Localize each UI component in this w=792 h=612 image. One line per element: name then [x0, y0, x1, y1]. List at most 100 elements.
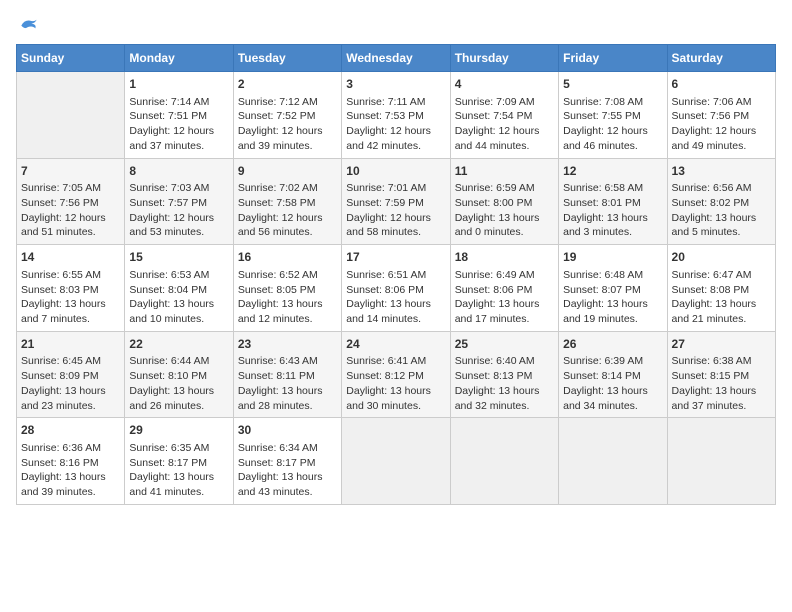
day-number: 6	[672, 76, 771, 93]
day-info: Sunrise: 7:08 AMSunset: 7:55 PMDaylight:…	[563, 95, 662, 154]
day-info: Sunrise: 7:05 AMSunset: 7:56 PMDaylight:…	[21, 181, 120, 240]
day-info: Sunrise: 7:11 AMSunset: 7:53 PMDaylight:…	[346, 95, 445, 154]
day-number: 22	[129, 336, 228, 353]
day-info: Sunrise: 6:55 AMSunset: 8:03 PMDaylight:…	[21, 268, 120, 327]
calendar-cell: 8Sunrise: 7:03 AMSunset: 7:57 PMDaylight…	[125, 158, 233, 245]
calendar-cell: 20 Sunrise: 6:47 AMSunset: 8:08 PMDayligh…	[667, 245, 775, 332]
day-header-wednesday: Wednesday	[342, 45, 450, 72]
calendar-table: SundayMondayTuesdayWednesdayThursdayFrid…	[16, 44, 776, 505]
calendar-cell	[450, 418, 558, 505]
calendar-cell: 15Sunrise: 6:53 AMSunset: 8:04 PMDayligh…	[125, 245, 233, 332]
day-number: 28	[21, 422, 120, 439]
calendar-week-row: 1 Sunrise: 7:14 AMSunset: 7:51 PMDaylight…	[17, 72, 776, 159]
day-info: Sunrise: 6:34 AMSunset: 8:17 PMDaylight:…	[238, 441, 337, 500]
calendar-cell: 21Sunrise: 6:45 AMSunset: 8:09 PMDayligh…	[17, 331, 125, 418]
calendar-header-row: SundayMondayTuesdayWednesdayThursdayFrid…	[17, 45, 776, 72]
day-info: Sunrise: 6:51 AMSunset: 8:06 PMDaylight:…	[346, 268, 445, 327]
calendar-cell: 2 Sunrise: 7:12 AMSunset: 7:52 PMDaylight…	[233, 72, 341, 159]
calendar-cell: 12Sunrise: 6:58 AMSunset: 8:01 PMDayligh…	[559, 158, 667, 245]
day-header-thursday: Thursday	[450, 45, 558, 72]
calendar-cell: 27Sunrise: 6:38 AMSunset: 8:15 PMDayligh…	[667, 331, 775, 418]
day-info: Sunrise: 6:35 AMSunset: 8:17 PMDaylight:…	[129, 441, 228, 500]
day-info: Sunrise: 6:48 AMSunset: 8:07 PMDaylight:…	[563, 268, 662, 327]
day-info: Sunrise: 6:40 AMSunset: 8:13 PMDaylight:…	[455, 354, 554, 413]
day-info: Sunrise: 7:01 AMSunset: 7:59 PMDaylight:…	[346, 181, 445, 240]
day-number: 3	[346, 76, 445, 93]
day-number: 10	[346, 163, 445, 180]
day-number: 14	[21, 249, 120, 266]
calendar-cell: 17 Sunrise: 6:51 AMSunset: 8:06 PMDayligh…	[342, 245, 450, 332]
day-info: Sunrise: 6:59 AMSunset: 8:00 PMDaylight:…	[455, 181, 554, 240]
day-info: Sunrise: 6:43 AMSunset: 8:11 PMDaylight:…	[238, 354, 337, 413]
day-info: Sunrise: 6:38 AMSunset: 8:15 PMDaylight:…	[672, 354, 771, 413]
calendar-cell: 10Sunrise: 7:01 AMSunset: 7:59 PMDayligh…	[342, 158, 450, 245]
day-number: 19	[563, 249, 662, 266]
day-info: Sunrise: 6:47 AMSunset: 8:08 PMDaylight:…	[672, 268, 771, 327]
calendar-cell: 23Sunrise: 6:43 AMSunset: 8:11 PMDayligh…	[233, 331, 341, 418]
calendar-cell: 19 Sunrise: 6:48 AMSunset: 8:07 PMDayligh…	[559, 245, 667, 332]
day-number: 18	[455, 249, 554, 266]
day-number: 26	[563, 336, 662, 353]
calendar-cell	[667, 418, 775, 505]
calendar-cell: 13Sunrise: 6:56 AMSunset: 8:02 PMDayligh…	[667, 158, 775, 245]
day-number: 7	[21, 163, 120, 180]
calendar-cell: 28 Sunrise: 6:36 AMSunset: 8:16 PMDayligh…	[17, 418, 125, 505]
calendar-body: 1 Sunrise: 7:14 AMSunset: 7:51 PMDaylight…	[17, 72, 776, 505]
day-info: Sunrise: 7:14 AMSunset: 7:51 PMDaylight:…	[129, 95, 228, 154]
day-info: Sunrise: 6:56 AMSunset: 8:02 PMDaylight:…	[672, 181, 771, 240]
calendar-cell	[342, 418, 450, 505]
day-number: 23	[238, 336, 337, 353]
calendar-cell: 22Sunrise: 6:44 AMSunset: 8:10 PMDayligh…	[125, 331, 233, 418]
day-header-saturday: Saturday	[667, 45, 775, 72]
day-info: Sunrise: 6:53 AMSunset: 8:04 PMDaylight:…	[129, 268, 228, 327]
logo-bird-icon	[18, 16, 38, 36]
calendar-week-row: 14 Sunrise: 6:55 AMSunset: 8:03 PMDayligh…	[17, 245, 776, 332]
calendar-cell: 16 Sunrise: 6:52 AMSunset: 8:05 PMDayligh…	[233, 245, 341, 332]
page-header	[16, 16, 776, 36]
day-info: Sunrise: 6:39 AMSunset: 8:14 PMDaylight:…	[563, 354, 662, 413]
day-header-tuesday: Tuesday	[233, 45, 341, 72]
day-header-sunday: Sunday	[17, 45, 125, 72]
calendar-cell: 25Sunrise: 6:40 AMSunset: 8:13 PMDayligh…	[450, 331, 558, 418]
day-number: 29	[129, 422, 228, 439]
day-info: Sunrise: 6:36 AMSunset: 8:16 PMDaylight:…	[21, 441, 120, 500]
day-number: 24	[346, 336, 445, 353]
calendar-cell: 18 Sunrise: 6:49 AMSunset: 8:06 PMDayligh…	[450, 245, 558, 332]
calendar-cell: 7Sunrise: 7:05 AMSunset: 7:56 PMDaylight…	[17, 158, 125, 245]
day-number: 17	[346, 249, 445, 266]
day-info: Sunrise: 7:02 AMSunset: 7:58 PMDaylight:…	[238, 181, 337, 240]
day-info: Sunrise: 6:52 AMSunset: 8:05 PMDaylight:…	[238, 268, 337, 327]
day-info: Sunrise: 7:03 AMSunset: 7:57 PMDaylight:…	[129, 181, 228, 240]
calendar-cell	[17, 72, 125, 159]
day-info: Sunrise: 6:45 AMSunset: 8:09 PMDaylight:…	[21, 354, 120, 413]
day-number: 12	[563, 163, 662, 180]
calendar-cell: 1 Sunrise: 7:14 AMSunset: 7:51 PMDaylight…	[125, 72, 233, 159]
day-info: Sunrise: 6:58 AMSunset: 8:01 PMDaylight:…	[563, 181, 662, 240]
calendar-cell: 9Sunrise: 7:02 AMSunset: 7:58 PMDaylight…	[233, 158, 341, 245]
day-number: 21	[21, 336, 120, 353]
day-info: Sunrise: 7:12 AMSunset: 7:52 PMDaylight:…	[238, 95, 337, 154]
day-number: 2	[238, 76, 337, 93]
calendar-cell: 29 Sunrise: 6:35 AMSunset: 8:17 PMDayligh…	[125, 418, 233, 505]
day-header-monday: Monday	[125, 45, 233, 72]
day-header-friday: Friday	[559, 45, 667, 72]
calendar-cell: 3 Sunrise: 7:11 AMSunset: 7:53 PMDaylight…	[342, 72, 450, 159]
day-info: Sunrise: 6:41 AMSunset: 8:12 PMDaylight:…	[346, 354, 445, 413]
day-number: 16	[238, 249, 337, 266]
day-number: 8	[129, 163, 228, 180]
day-number: 1	[129, 76, 228, 93]
calendar-cell: 6 Sunrise: 7:06 AMSunset: 7:56 PMDaylight…	[667, 72, 775, 159]
day-number: 13	[672, 163, 771, 180]
calendar-cell: 30Sunrise: 6:34 AMSunset: 8:17 PMDayligh…	[233, 418, 341, 505]
calendar-cell: 24Sunrise: 6:41 AMSunset: 8:12 PMDayligh…	[342, 331, 450, 418]
calendar-week-row: 7Sunrise: 7:05 AMSunset: 7:56 PMDaylight…	[17, 158, 776, 245]
calendar-cell: 26Sunrise: 6:39 AMSunset: 8:14 PMDayligh…	[559, 331, 667, 418]
calendar-cell: 5Sunrise: 7:08 AMSunset: 7:55 PMDaylight…	[559, 72, 667, 159]
day-info: Sunrise: 7:06 AMSunset: 7:56 PMDaylight:…	[672, 95, 771, 154]
logo	[16, 16, 38, 36]
day-number: 11	[455, 163, 554, 180]
day-number: 27	[672, 336, 771, 353]
day-info: Sunrise: 6:49 AMSunset: 8:06 PMDaylight:…	[455, 268, 554, 327]
calendar-cell	[559, 418, 667, 505]
day-number: 20	[672, 249, 771, 266]
